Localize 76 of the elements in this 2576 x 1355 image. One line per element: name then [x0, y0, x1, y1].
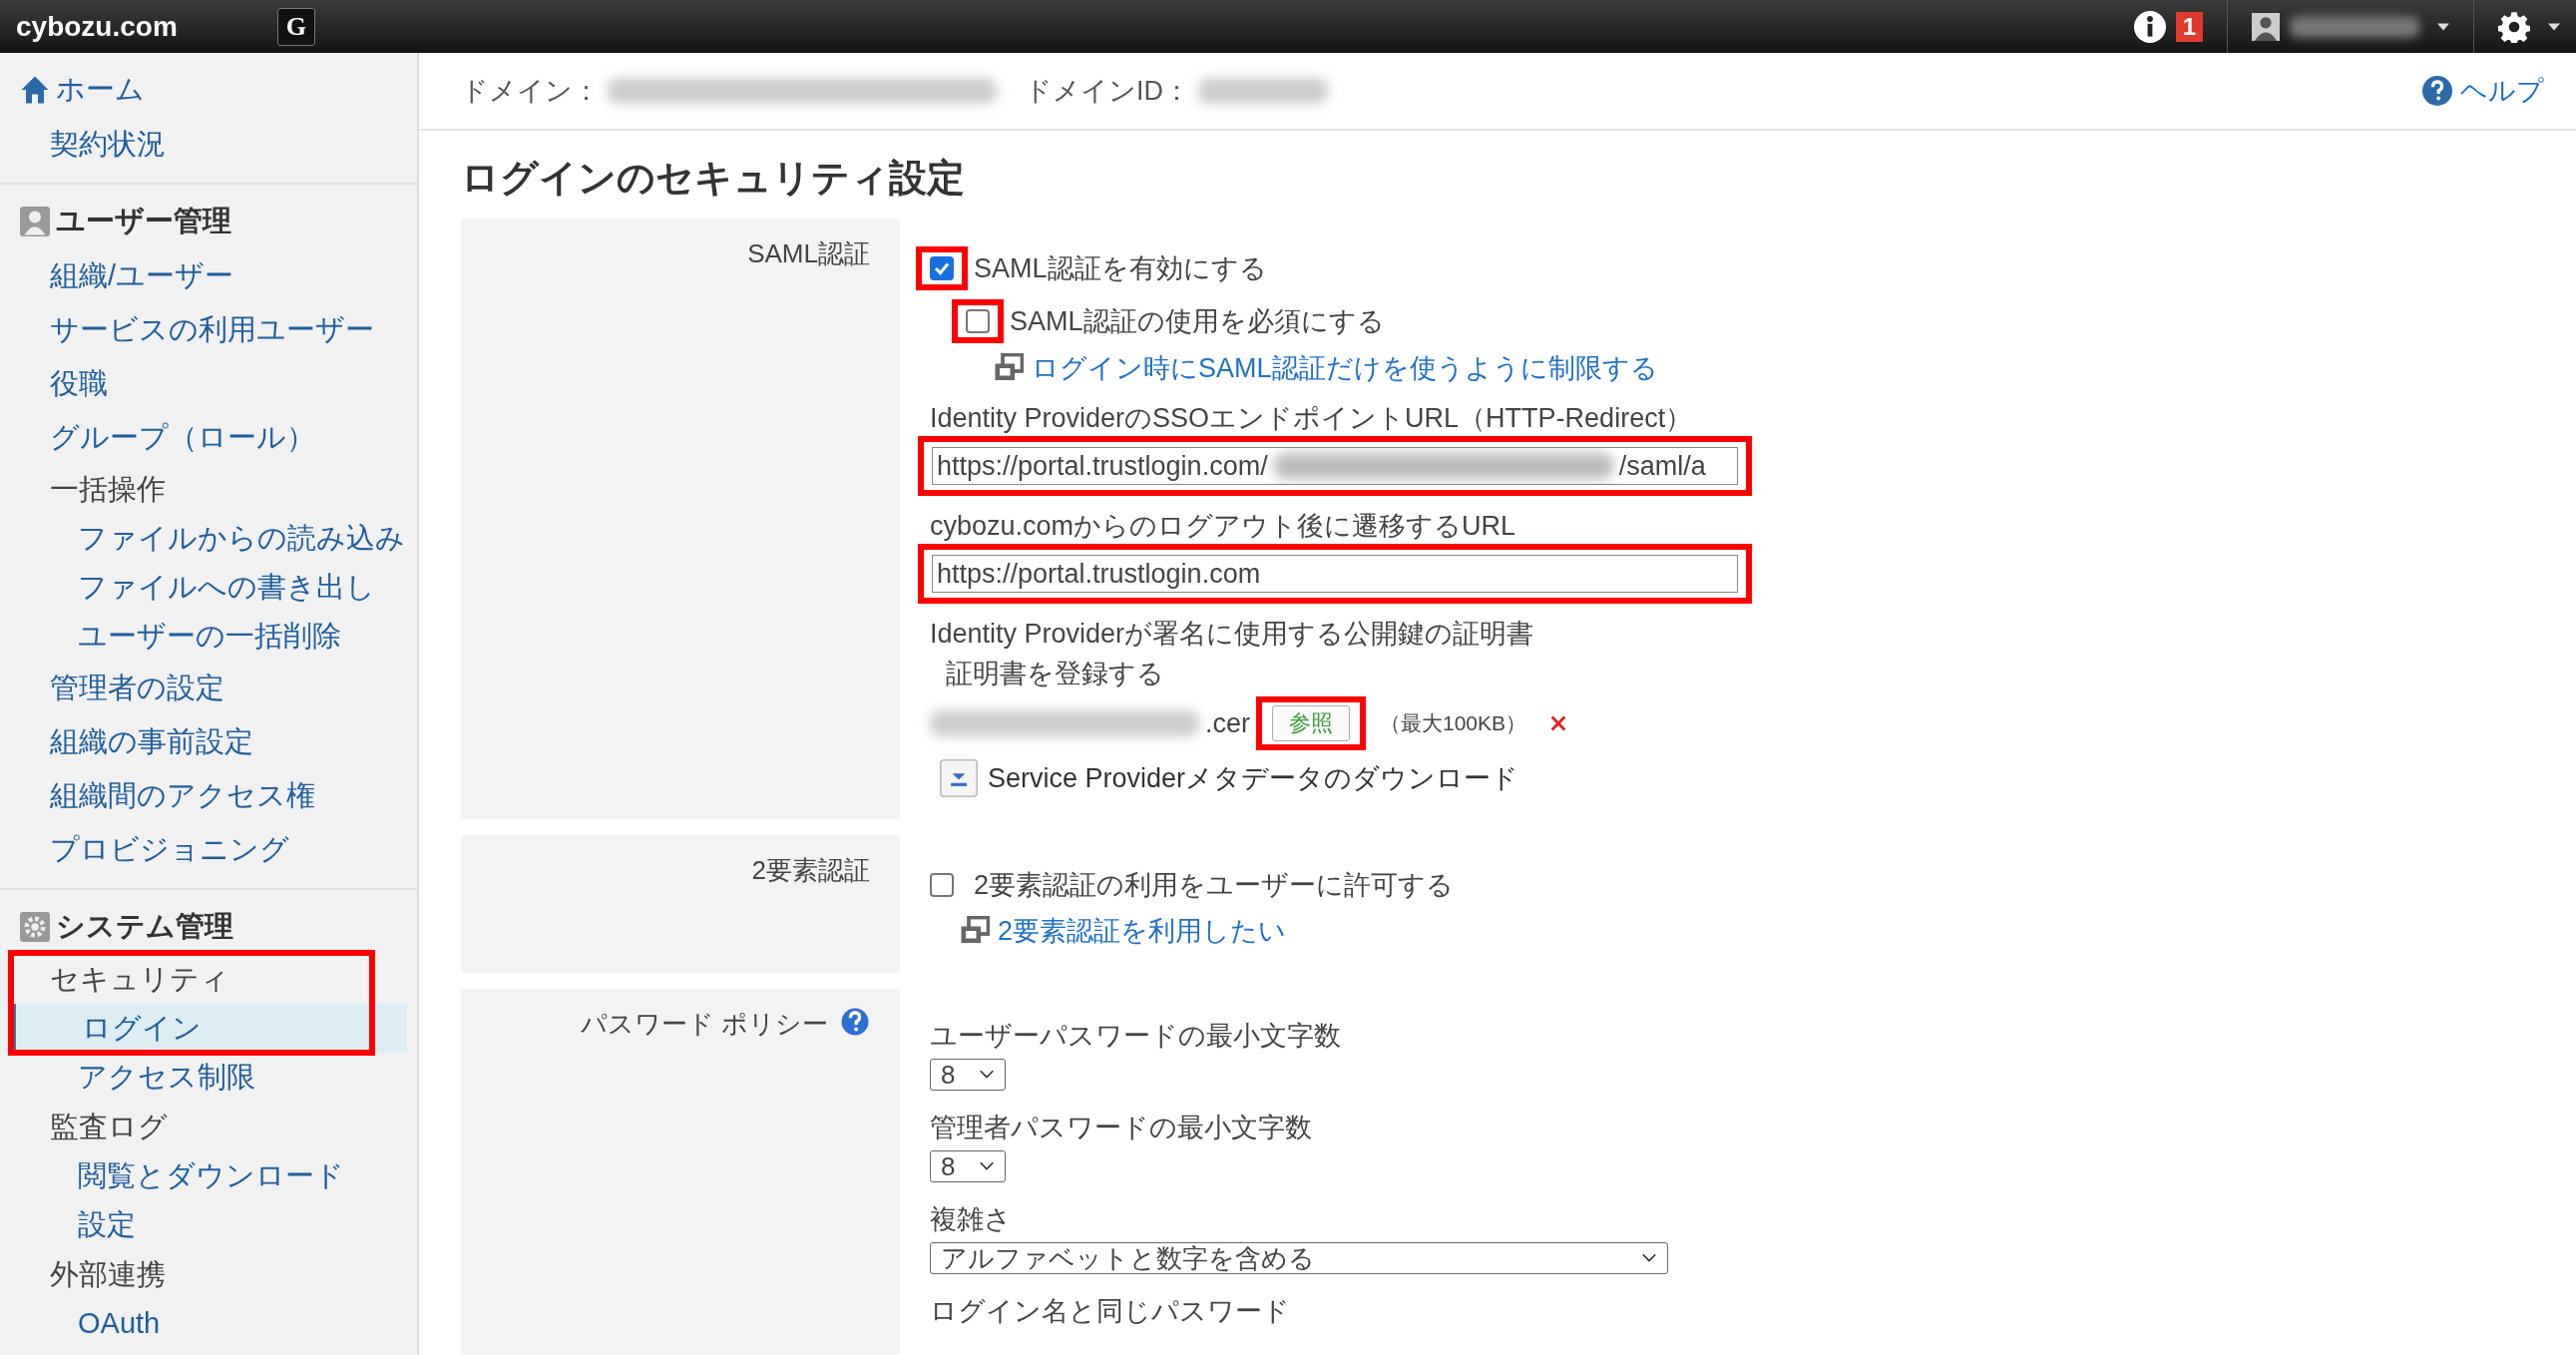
notification-badge[interactable]: 1 [2175, 11, 2203, 42]
dropdown[interactable]: 8 [930, 1150, 1006, 1182]
file-name: .cer [1205, 707, 1250, 739]
dropdown[interactable]: 8 [930, 1059, 1006, 1091]
nav-link[interactable]: 役職 [0, 356, 417, 410]
nav-link[interactable]: OAuth [12, 1299, 407, 1348]
section-label: パスワード ポリシー [580, 1008, 828, 1041]
nav-link[interactable]: プロビジョニング [0, 822, 417, 876]
info-icon[interactable] [2133, 10, 2166, 43]
download-link[interactable]: Service Providerメタデータのダウンロード [988, 760, 1519, 796]
chevron-down-icon [979, 1161, 995, 1171]
settings-icon[interactable] [2498, 10, 2530, 43]
user-icon[interactable] [2252, 12, 2280, 41]
link[interactable]: ログイン時にSAML認証だけを使うように制限する [1032, 350, 1658, 386]
input-field[interactable]: https://portal.trustlogin.com/ /saml/a [932, 447, 1738, 485]
field-label: 管理者パスワードの最小文字数 [930, 1112, 1313, 1144]
checkbox-label[interactable]: SAML認証の使用を必須にする [1010, 303, 1385, 339]
nav-link[interactable]: 管理者の設定 [0, 661, 417, 714]
nav-link[interactable]: ホーム [56, 70, 145, 110]
section-label: SAML認証 [747, 237, 870, 270]
logo[interactable]: cybozu.com [16, 10, 178, 43]
app-button[interactable]: G [276, 7, 315, 46]
checkbox[interactable] [930, 256, 954, 280]
close-icon[interactable] [1550, 715, 1567, 731]
help-icon[interactable] [840, 1007, 870, 1037]
windows-icon [960, 916, 990, 946]
chevron-down-icon [979, 1070, 995, 1080]
download-icon[interactable] [940, 759, 978, 797]
section-label: 2要素認証 [751, 854, 870, 887]
checkbox[interactable] [930, 873, 954, 897]
nav-link[interactable]: サービスの利用ユーザー [0, 302, 417, 356]
nav-link[interactable]: ファイルからの読み込み [12, 514, 407, 563]
nav-link[interactable]: 設定 [12, 1200, 407, 1249]
help-link[interactable]: ヘルプ [2460, 73, 2544, 109]
field-label: cybozu.comからのログアウト後に遷移するURL [930, 510, 1517, 543]
home-icon [20, 75, 50, 105]
nav-link[interactable]: 組織間のアクセス権 [0, 768, 417, 822]
nav-link[interactable]: 組織/ユーザー [0, 248, 417, 302]
nav-group-label: 一括操作 [49, 472, 167, 507]
nav-link[interactable]: 閲覧とダウンロード [12, 1151, 407, 1200]
field-label: ログイン名と同じパスワード [930, 1295, 1291, 1328]
nav-link[interactable]: ユーザーの一括削除 [12, 612, 407, 661]
help-icon[interactable] [2422, 76, 2452, 106]
domain-label: ドメイン： [461, 75, 600, 108]
input-field[interactable]: https://portal.trustlogin.com [932, 555, 1738, 593]
section-heading: システム管理 [56, 909, 233, 944]
nav-link[interactable]: 組織の事前設定 [0, 714, 417, 768]
section-heading: ユーザー管理 [56, 204, 231, 238]
gear-icon [20, 912, 50, 942]
nav-link[interactable]: グループ（ロール） [0, 410, 417, 464]
nav-group-label: 外部連携 [49, 1257, 167, 1292]
domain-id-label: ドメインID： [1025, 75, 1190, 108]
checkbox-label[interactable]: 2要素認証の利用をユーザーに許可する [974, 867, 1455, 903]
page-title: ログインのセキュリティ設定 [460, 156, 966, 201]
field-label: ユーザーパスワードの最小文字数 [930, 1020, 1342, 1053]
nav-link[interactable]: ログイン [12, 1004, 407, 1053]
nav-link[interactable]: 契約状況 [0, 117, 417, 171]
field-label: 複雑さ [930, 1203, 1013, 1236]
checkbox-label[interactable]: SAML認証を有効にする [974, 250, 1267, 286]
field-label: 証明書を登録する [945, 658, 1165, 690]
field-label: Identity ProviderのSSOエンドポイントURL（HTTP-Redirect） [930, 402, 1694, 435]
nav-link[interactable]: ファイルへの書き出し [12, 563, 407, 612]
caret-icon[interactable] [2548, 22, 2560, 31]
size-limit: （最大100KB） [1380, 710, 1527, 736]
nav-link[interactable]: アクセス制限 [12, 1053, 407, 1102]
checkbox[interactable] [966, 309, 990, 333]
nav-group-label: セキュリティ [49, 962, 230, 997]
browse-button[interactable]: 参照 [1272, 705, 1350, 741]
chevron-down-icon [1641, 1253, 1657, 1263]
user-icon [20, 207, 50, 236]
windows-icon [994, 353, 1024, 383]
link[interactable]: 2要素認証を利用したい [998, 913, 1287, 949]
dropdown[interactable]: アルファベットと数字を含める [930, 1242, 1668, 1274]
nav-group-label: 監査ログ [49, 1110, 169, 1144]
caret-icon[interactable] [2437, 22, 2449, 31]
field-label: Identity Providerが署名に使用する公開鍵の証明書 [930, 618, 1535, 651]
